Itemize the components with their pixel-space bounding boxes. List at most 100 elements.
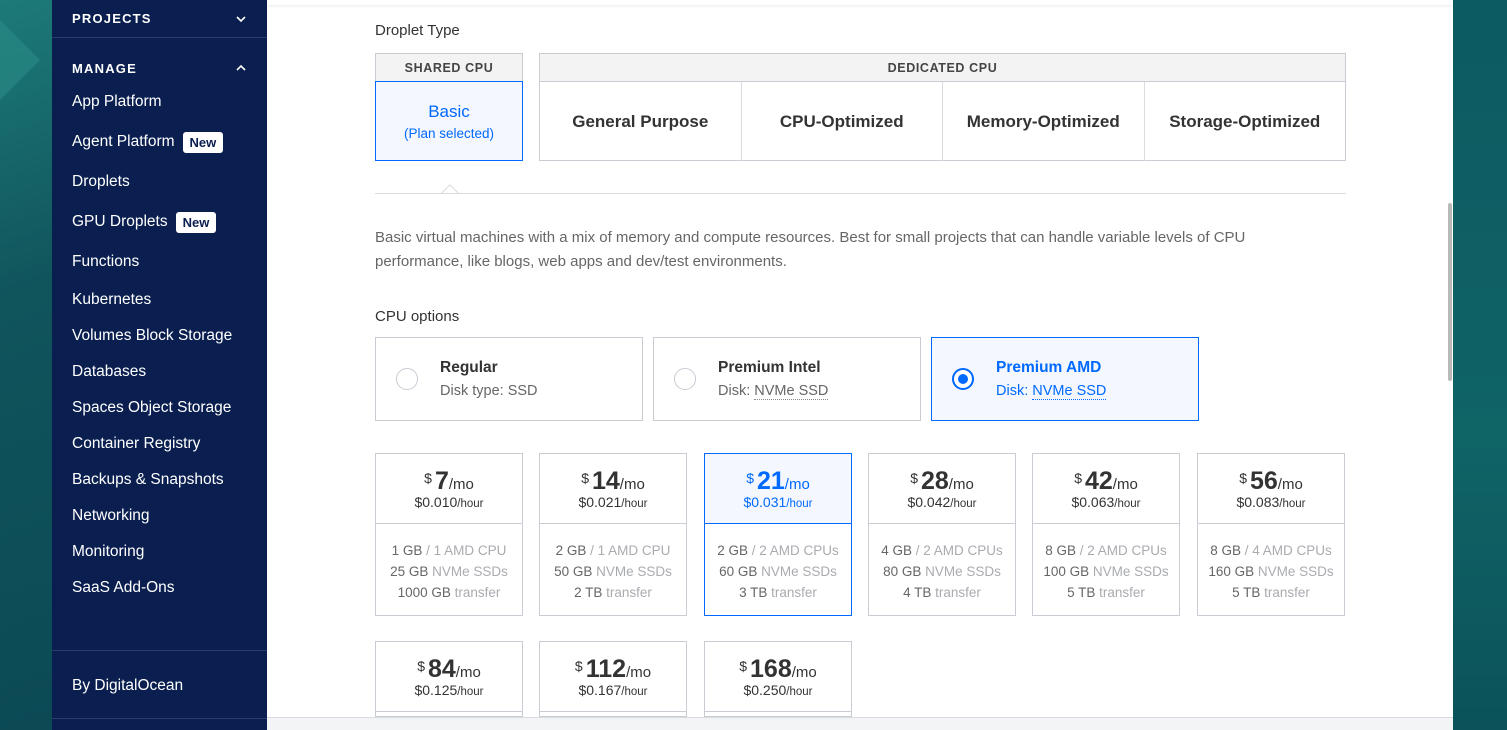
price-period: /mo xyxy=(1277,476,1303,493)
dollar-sign: $ xyxy=(739,658,748,674)
sidebar-item-volumes[interactable]: Volumes Block Storage xyxy=(72,318,267,354)
plan-card-42[interactable]: $42/mo $0.063/hour 8 GB / 2 AMD CPUs 100… xyxy=(1032,453,1180,616)
sidebar-projects-header[interactable]: PROJECTS xyxy=(52,0,267,38)
price-amount: 21 xyxy=(756,467,785,495)
sidebar-nav: App Platform Agent Platform New Droplets … xyxy=(52,82,267,606)
droplet-type-label: Droplet Type xyxy=(375,22,460,39)
price-amount: 112 xyxy=(585,655,627,683)
price-period: /mo xyxy=(619,476,645,493)
sidebar-item-label: Volumes Block Storage xyxy=(72,327,233,344)
plan-cpu: / 2 AMD CPUs xyxy=(751,543,839,558)
plan-card-112[interactable]: $112/mo $0.167/hour xyxy=(539,641,687,717)
scrollbar-thumb[interactable] xyxy=(1448,203,1452,381)
dollar-sign: $ xyxy=(910,470,918,486)
cpu-option-disk: Disk type: SSD xyxy=(440,383,538,399)
dollar-sign: $ xyxy=(1074,470,1082,486)
sidebar-item-backups[interactable]: Backups & Snapshots xyxy=(72,462,267,498)
radio-button-selected[interactable] xyxy=(952,368,974,390)
droplet-type-basic[interactable]: Basic (Plan selected) xyxy=(375,81,523,161)
cpu-option-regular[interactable]: Regular Disk type: SSD xyxy=(375,337,643,421)
plan-disk: 160 GB xyxy=(1208,564,1255,579)
sidebar-item-agent-platform[interactable]: Agent Platform New xyxy=(72,122,267,162)
sidebar-item-container-registry[interactable]: Container Registry xyxy=(72,426,267,462)
disk-type-tooltip[interactable]: NVMe SSD xyxy=(754,383,829,400)
hourly-price: $0.010 xyxy=(414,494,458,510)
plan-memory: 4 GB xyxy=(881,543,912,558)
plan-card-56[interactable]: $56/mo $0.083/hour 8 GB / 4 AMD CPUs 160… xyxy=(1197,453,1345,616)
cpu-option-premium-intel[interactable]: Premium Intel Disk: NVMe SSD xyxy=(653,337,921,421)
sidebar-item-networking[interactable]: Networking xyxy=(72,498,267,534)
cpu-option-title: Regular xyxy=(440,359,498,376)
plan-card-21-selected[interactable]: $21/mo $0.031/hour 2 GB / 2 AMD CPUs 60 … xyxy=(704,453,852,616)
background-right xyxy=(1453,0,1507,730)
droplet-type-cpu-optimized[interactable]: CPU-Optimized xyxy=(742,82,943,161)
plan-card-28[interactable]: $28/mo $0.042/hour 4 GB / 2 AMD CPUs 80 … xyxy=(868,453,1016,616)
plan-disk: 100 GB xyxy=(1043,564,1090,579)
sidebar-manage-label: MANAGE xyxy=(72,60,137,76)
price-amount: 7 xyxy=(434,467,449,495)
radio-button[interactable] xyxy=(674,368,696,390)
sidebar-item-kubernetes[interactable]: Kubernetes xyxy=(72,282,267,318)
sidebar-item-gpu-droplets[interactable]: GPU Droplets New xyxy=(72,202,267,242)
disk-type-tooltip[interactable]: NVMe SSD xyxy=(1032,383,1107,400)
sidebar-footer-link[interactable]: By DigitalOcean xyxy=(52,650,267,720)
plan-transfer-label: transfer xyxy=(771,585,817,600)
plan-transfer: 5 TB xyxy=(1232,585,1261,600)
cpu-option-title: Premium Intel xyxy=(718,359,821,376)
plan-cpu: / 1 AMD CPU xyxy=(426,543,507,558)
sidebar-item-monitoring[interactable]: Monitoring xyxy=(72,534,267,570)
plan-card-7[interactable]: $7/mo $0.010/hour 1 GB / 1 AMD CPU 25 GB… xyxy=(375,453,523,616)
new-badge: New xyxy=(182,131,224,153)
sidebar-footer-label: By DigitalOcean xyxy=(72,676,184,694)
sidebar-item-label: Databases xyxy=(72,363,147,380)
plan-card-84[interactable]: $84/mo $0.125/hour xyxy=(375,641,523,717)
plan-memory: 1 GB xyxy=(391,543,423,558)
new-badge: New xyxy=(175,211,217,233)
dollar-sign: $ xyxy=(581,470,589,486)
disk-prefix: Disk: xyxy=(996,383,1033,399)
sidebar-item-databases[interactable]: Databases xyxy=(72,354,267,390)
hourly-price: $0.083 xyxy=(1236,494,1280,510)
hour-suffix: /hour xyxy=(786,686,813,698)
sidebar-item-label: Kubernetes xyxy=(72,291,152,308)
price-amount: 56 xyxy=(1249,467,1278,495)
sidebar-item-label: Agent Platform xyxy=(72,133,175,150)
hour-suffix: /hour xyxy=(457,498,484,510)
hour-suffix: /hour xyxy=(621,498,648,510)
sidebar-item-label: Droplets xyxy=(72,173,130,190)
hourly-price: $0.031 xyxy=(743,494,787,510)
plan-cpu: / 1 AMD CPU xyxy=(590,543,671,558)
price-amount: 84 xyxy=(427,655,456,683)
basic-plan-selected: (Plan selected) xyxy=(403,125,495,141)
sidebar-item-functions[interactable]: Functions xyxy=(72,242,267,282)
shared-cpu-group: SHARED CPU Basic (Plan selected) xyxy=(375,53,523,161)
price-amount: 14 xyxy=(591,467,620,495)
droplet-type-memory-optimized[interactable]: Memory-Optimized xyxy=(943,82,1145,161)
sidebar-item-spaces[interactable]: Spaces Object Storage xyxy=(72,390,267,426)
price-period: /mo xyxy=(455,664,481,681)
sidebar-item-label: Backups & Snapshots xyxy=(72,471,224,488)
price-period: /mo xyxy=(791,664,817,681)
plan-disk: 80 GB xyxy=(883,564,922,579)
sidebar-item-label: App Platform xyxy=(72,93,162,110)
cpu-option-premium-amd[interactable]: Premium AMD Disk: NVMe SSD xyxy=(931,337,1199,421)
sidebar-item-droplets[interactable]: Droplets xyxy=(72,162,267,202)
droplet-type-description: Basic virtual machines with a mix of mem… xyxy=(375,229,1246,270)
droplet-type-general-purpose[interactable]: General Purpose xyxy=(540,82,742,161)
plan-disk-type: NVMe SSDs xyxy=(1092,564,1169,579)
dollar-sign: $ xyxy=(746,470,754,486)
plan-transfer-label: transfer xyxy=(454,585,501,600)
plan-card-14[interactable]: $14/mo $0.021/hour 2 GB / 1 AMD CPU 50 G… xyxy=(539,453,687,616)
hour-suffix: /hour xyxy=(1279,498,1306,510)
sidebar-item-label: SaaS Add-Ons xyxy=(72,579,175,596)
droplet-type-storage-optimized[interactable]: Storage-Optimized xyxy=(1145,82,1346,161)
sidebar-item-app-platform[interactable]: App Platform xyxy=(72,82,267,122)
radio-button[interactable] xyxy=(396,368,418,390)
sidebar-item-saas-add-ons[interactable]: SaaS Add-Ons xyxy=(72,570,267,606)
disk-prefix: Disk type: xyxy=(440,383,508,399)
plan-card-168[interactable]: $168/mo $0.250/hour xyxy=(704,641,852,717)
plan-transfer-label: transfer xyxy=(606,585,652,600)
plan-disk: 25 GB xyxy=(390,564,429,579)
price-period: /mo xyxy=(1112,476,1138,493)
plan-transfer: 1000 GB xyxy=(397,585,451,600)
